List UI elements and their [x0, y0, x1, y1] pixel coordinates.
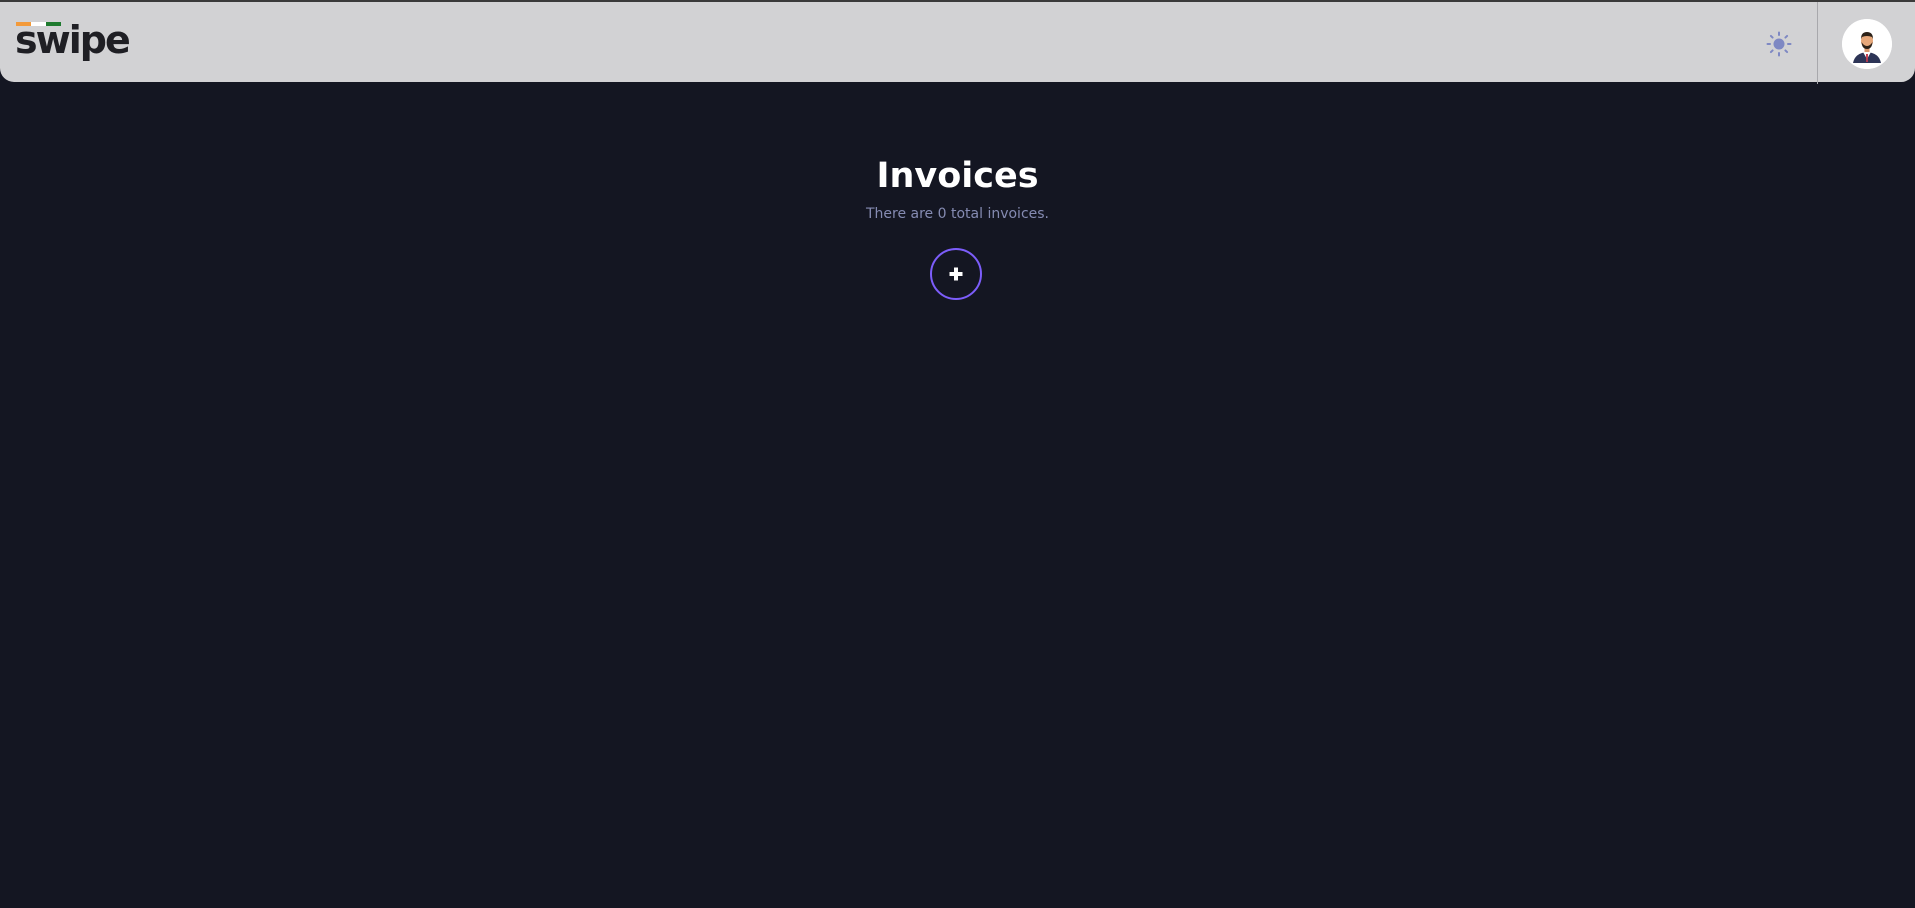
swipe-logo[interactable]: swipe: [15, 16, 131, 62]
plus-icon: [949, 267, 963, 281]
top-navbar: swipe: [0, 0, 1915, 84]
sun-icon: [1766, 31, 1792, 57]
avatar-person-icon: [1842, 19, 1892, 69]
add-invoice-button[interactable]: [930, 248, 982, 300]
theme-toggle-button[interactable]: [1765, 30, 1793, 58]
navbar-divider: [1817, 2, 1818, 84]
invoice-count-text: There are 0 total invoices.: [865, 206, 1050, 222]
user-avatar[interactable]: [1842, 19, 1892, 69]
page-title: Invoices: [876, 156, 1039, 196]
main-content: Invoices There are 0 total invoices.: [0, 82, 1915, 908]
logo-text: swipe: [15, 18, 131, 62]
